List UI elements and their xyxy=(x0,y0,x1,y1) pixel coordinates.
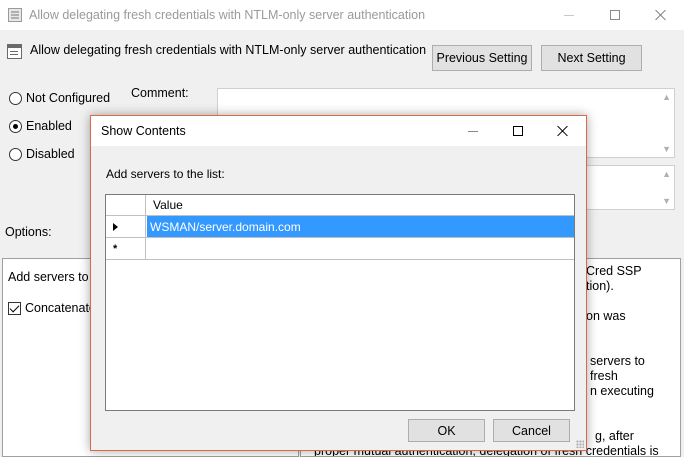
options-label: Options: xyxy=(5,225,52,239)
row-selector-header[interactable] xyxy=(106,195,146,215)
current-row-icon xyxy=(113,222,118,231)
dialog-title-bar: Show Contents xyxy=(91,116,586,146)
options-add-servers-text: Add servers to t xyxy=(8,270,96,284)
new-row-icon: * xyxy=(113,242,118,255)
help-text-line: servers to xyxy=(590,354,645,368)
minimize-button[interactable] xyxy=(546,0,592,30)
minimize-icon xyxy=(564,14,574,16)
radio-button[interactable] xyxy=(9,91,22,105)
outer-title-bar: Allow delegating fresh credentials with … xyxy=(0,0,684,30)
radio-button[interactable] xyxy=(9,119,22,133)
scroll-down-icon[interactable]: ▼ xyxy=(662,144,671,154)
resize-grip-icon[interactable] xyxy=(576,440,584,448)
grid-header: Value xyxy=(106,195,574,216)
ok-button[interactable]: OK xyxy=(408,419,485,442)
help-text-line: on was xyxy=(586,309,626,323)
row-selector[interactable] xyxy=(106,216,146,237)
help-text-line: tion). xyxy=(586,279,614,293)
maximize-icon xyxy=(513,126,523,136)
maximize-icon xyxy=(610,10,620,20)
radio-not-configured[interactable]: Not Configured xyxy=(9,91,110,105)
maximize-button[interactable] xyxy=(592,0,638,30)
show-contents-dialog: Show Contents Add servers to the list: V… xyxy=(90,115,587,451)
value-cell[interactable] xyxy=(147,238,574,259)
add-servers-label: Add servers to the list: xyxy=(106,167,225,181)
radio-disabled[interactable]: Disabled xyxy=(9,147,75,161)
close-icon xyxy=(557,125,569,137)
concatenate-checkbox-row[interactable]: Concatenate xyxy=(8,301,96,315)
concatenate-label: Concatenate xyxy=(25,301,96,315)
radio-label: Enabled xyxy=(26,119,72,133)
next-setting-button[interactable]: Next Setting xyxy=(541,45,642,71)
help-text-line: Cred SSP xyxy=(586,264,642,278)
outer-window-title: Allow delegating fresh credentials with … xyxy=(29,8,426,22)
table-row-new[interactable]: * xyxy=(106,238,574,260)
scroll-up-icon[interactable]: ▲ xyxy=(662,92,671,102)
policy-setting-icon xyxy=(7,44,22,59)
dialog-title: Show Contents xyxy=(101,124,186,138)
concatenate-checkbox[interactable] xyxy=(8,301,21,315)
policy-title: Allow delegating fresh credentials with … xyxy=(30,43,427,57)
table-row[interactable]: WSMAN/server.domain.com xyxy=(106,216,574,238)
close-icon xyxy=(655,9,667,21)
value-cell[interactable]: WSMAN/server.domain.com xyxy=(147,216,574,237)
help-text-line: g, after xyxy=(595,429,634,443)
radio-button[interactable] xyxy=(9,147,22,161)
help-text-line: fresh xyxy=(590,369,618,383)
dialog-minimize-button[interactable] xyxy=(450,116,496,146)
scroll-up-icon[interactable]: ▲ xyxy=(662,169,671,179)
close-button[interactable] xyxy=(638,0,684,30)
radio-label: Disabled xyxy=(26,147,75,161)
row-selector[interactable]: * xyxy=(106,238,146,259)
policy-window-icon xyxy=(8,8,22,22)
minimize-icon xyxy=(468,130,478,132)
scroll-down-icon[interactable]: ▼ xyxy=(662,196,671,206)
help-text-line: n executing xyxy=(590,384,654,398)
previous-setting-button[interactable]: Previous Setting xyxy=(432,45,532,71)
value-column-header[interactable]: Value xyxy=(153,198,183,212)
radio-enabled[interactable]: Enabled xyxy=(9,119,72,133)
cancel-button[interactable]: Cancel xyxy=(493,419,570,442)
dialog-maximize-button[interactable] xyxy=(495,116,541,146)
comment-label: Comment: xyxy=(131,86,189,100)
dialog-close-button[interactable] xyxy=(540,116,586,146)
servers-grid[interactable]: Value WSMAN/server.domain.com * xyxy=(105,194,575,411)
radio-label: Not Configured xyxy=(26,91,111,105)
